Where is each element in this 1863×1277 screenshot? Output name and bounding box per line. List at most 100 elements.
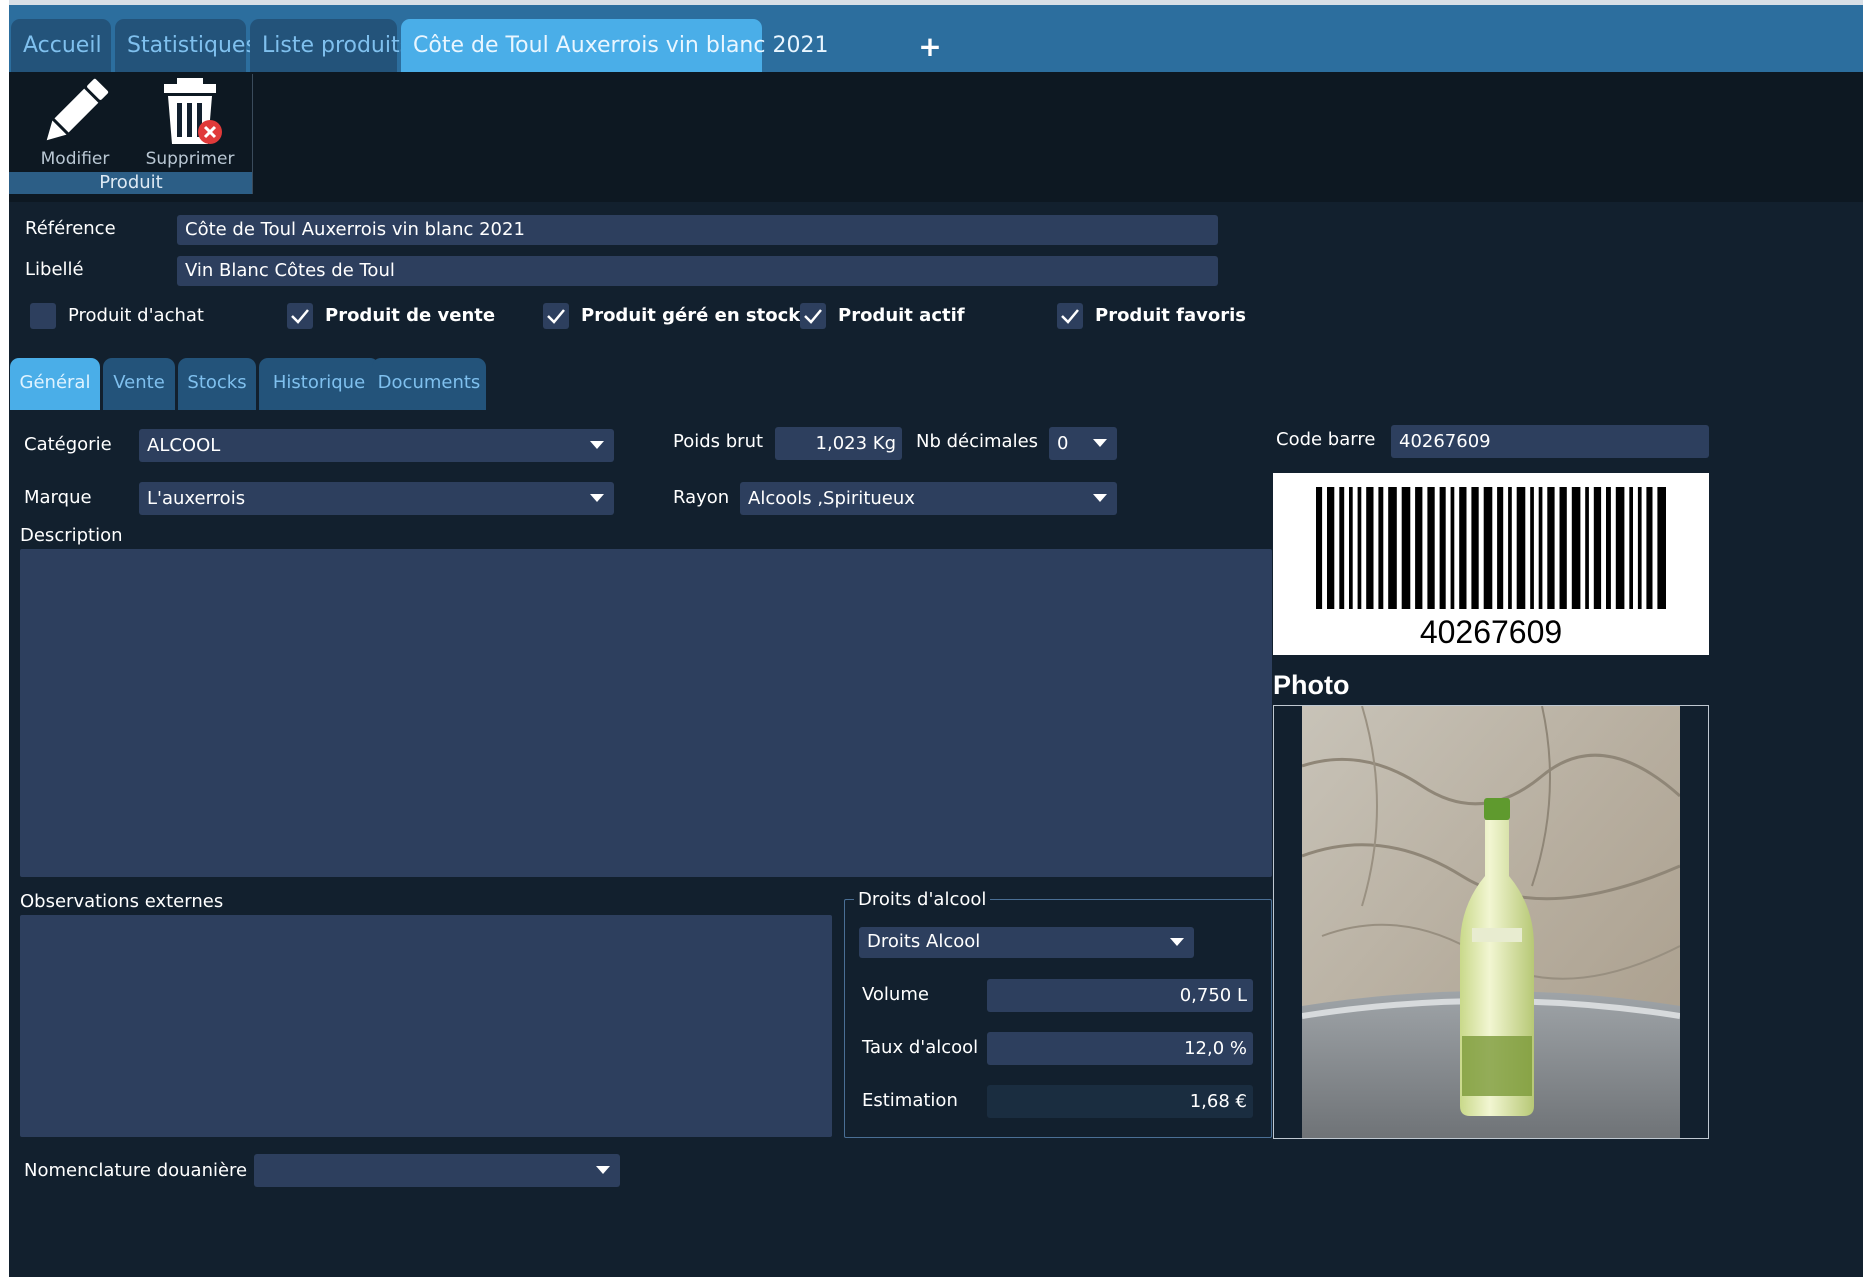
category-select[interactable]: ALCOOL <box>139 429 614 462</box>
shelf-value: Alcools ,Spiritueux <box>748 488 915 509</box>
dropdown-caret-icon <box>596 1166 610 1174</box>
tab-general[interactable]: Général <box>10 358 100 410</box>
tab-historique[interactable]: Historique <box>259 358 379 410</box>
barcode-bar <box>1547 487 1555 609</box>
barcode-bar <box>1559 487 1567 609</box>
barcode-bar <box>1378 487 1384 609</box>
checkbox-active-product-label: Produit actif <box>838 305 965 326</box>
checkbox-favorite-product-label: Produit favoris <box>1095 305 1247 326</box>
gross-weight-label: Poids brut <box>673 431 764 452</box>
category-value: ALCOOL <box>147 435 221 456</box>
tab-accueil[interactable]: Accueil <box>11 19 111 72</box>
dropdown-caret-icon <box>1093 439 1107 447</box>
barcode-bar <box>1530 487 1534 609</box>
photo-frame <box>1273 705 1709 1139</box>
tab-documents[interactable]: Documents <box>372 358 486 410</box>
checkbox-stock-managed-label: Produit géré en stock <box>581 305 801 326</box>
barcode-bar <box>1349 487 1353 609</box>
libelle-field[interactable]: Vin Blanc Côtes de Toul <box>177 256 1218 286</box>
barcode-bar <box>1401 487 1411 609</box>
alcohol-rate-label: Taux d'alcool <box>862 1037 979 1058</box>
delete-button[interactable]: Supprimer <box>135 72 245 172</box>
brand-label: Marque <box>24 487 92 508</box>
barcode-image: 40267609 <box>1273 473 1709 655</box>
barcode-bar <box>1427 487 1435 609</box>
barcode-bar <box>1606 487 1611 609</box>
alcohol-duty-type-select[interactable]: Droits Alcool <box>859 927 1194 958</box>
checkbox-sale-product-label: Produit de vente <box>325 305 496 326</box>
estimate-label: Estimation <box>862 1090 958 1111</box>
decimals-select[interactable]: 0 <box>1049 427 1117 460</box>
brand-value: L'auxerrois <box>147 488 246 509</box>
checkbox-purchase-product-label: Produit d'achat <box>68 305 204 326</box>
barcode-bar <box>1357 487 1362 609</box>
reference-field[interactable]: Côte de Toul Auxerrois vin blanc 2021 <box>177 215 1218 245</box>
volume-field[interactable]: 0,750 L <box>987 979 1253 1012</box>
barcode-field[interactable]: 40267609 <box>1391 425 1709 458</box>
toolbar-ribbon: Modifier Supprimer Produit <box>9 72 1863 202</box>
tab-vente[interactable]: Vente <box>103 358 175 410</box>
product-photo[interactable] <box>1302 706 1680 1138</box>
barcode-bar <box>1439 487 1446 609</box>
tab-product-detail[interactable]: Côte de Toul Auxerrois vin blanc 2021 <box>401 19 828 72</box>
barcode-bar <box>1459 487 1467 609</box>
gross-weight-field[interactable]: 1,023 Kg <box>775 427 902 460</box>
alcohol-duties-title: Droits d'alcool <box>854 889 991 910</box>
tab-statistiques[interactable]: Statistiques <box>115 19 257 72</box>
libelle-label: Libellé <box>25 259 84 280</box>
volume-label: Volume <box>862 984 929 1005</box>
barcode-bar <box>1629 487 1633 609</box>
barcode-number: 40267609 <box>1419 614 1563 650</box>
barcode-bar <box>1571 487 1581 609</box>
alcohol-duty-type-value: Droits Alcool <box>867 931 981 952</box>
dropdown-caret-icon <box>590 494 604 502</box>
decimals-label: Nb décimales <box>916 431 1039 452</box>
checkmark-icon <box>804 309 822 324</box>
checkmark-icon <box>547 309 565 324</box>
description-label: Description <box>20 525 123 546</box>
barcode-bar <box>1646 487 1653 609</box>
tab-stocks[interactable]: Stocks <box>178 358 256 410</box>
add-tab-button[interactable]: + <box>915 27 945 67</box>
decimals-value: 0 <box>1057 433 1069 454</box>
checkbox-active-product[interactable] <box>800 303 826 329</box>
barcode-bar <box>1327 487 1335 609</box>
checkbox-sale-product[interactable] <box>287 303 313 329</box>
trash-icon <box>164 78 222 144</box>
shelf-select[interactable]: Alcools ,Spiritueux <box>740 482 1117 515</box>
barcode-label: Code barre <box>1276 429 1376 450</box>
dropdown-caret-icon <box>1170 938 1184 946</box>
modify-button[interactable]: Modifier <box>20 72 130 172</box>
customs-nomenclature-label: Nomenclature douanière <box>24 1160 248 1181</box>
barcode-bar <box>1585 487 1589 609</box>
barcode-bar <box>1483 487 1493 609</box>
brand-select[interactable]: L'auxerrois <box>139 482 614 515</box>
category-label: Catégorie <box>24 434 112 455</box>
tab-liste-produits[interactable]: Liste produits <box>250 19 411 72</box>
ribbon-separator <box>252 74 253 194</box>
barcode-bar <box>1388 487 1397 609</box>
checkbox-purchase-product[interactable] <box>30 303 56 329</box>
barcode-bar <box>1415 487 1423 609</box>
customs-nomenclature-select[interactable] <box>254 1154 620 1187</box>
product-window: Accueil Statistiques Liste produits Côte… <box>9 0 1863 1277</box>
checkmark-icon <box>291 309 309 324</box>
checkbox-stock-managed[interactable] <box>543 303 569 329</box>
pencil-icon <box>46 78 109 141</box>
reference-label: Référence <box>25 218 116 239</box>
barcode-bar <box>1593 487 1602 609</box>
checkbox-favorite-product[interactable] <box>1057 303 1083 329</box>
barcode-bar <box>1657 487 1666 609</box>
description-textarea[interactable] <box>20 549 1272 877</box>
barcode-bar <box>1450 487 1455 609</box>
dropdown-caret-icon <box>590 441 604 449</box>
barcode-bar <box>1497 487 1504 609</box>
estimate-field: 1,68 € <box>987 1085 1253 1118</box>
alcohol-rate-field[interactable]: 12,0 % <box>987 1032 1253 1065</box>
barcode-bar <box>1508 487 1512 609</box>
barcode-bar <box>1516 487 1526 609</box>
modify-label: Modifier <box>40 149 110 169</box>
ribbon-group-produit: Produit <box>9 172 253 194</box>
external-observations-textarea[interactable] <box>20 915 832 1137</box>
dropdown-caret-icon <box>1093 494 1107 502</box>
